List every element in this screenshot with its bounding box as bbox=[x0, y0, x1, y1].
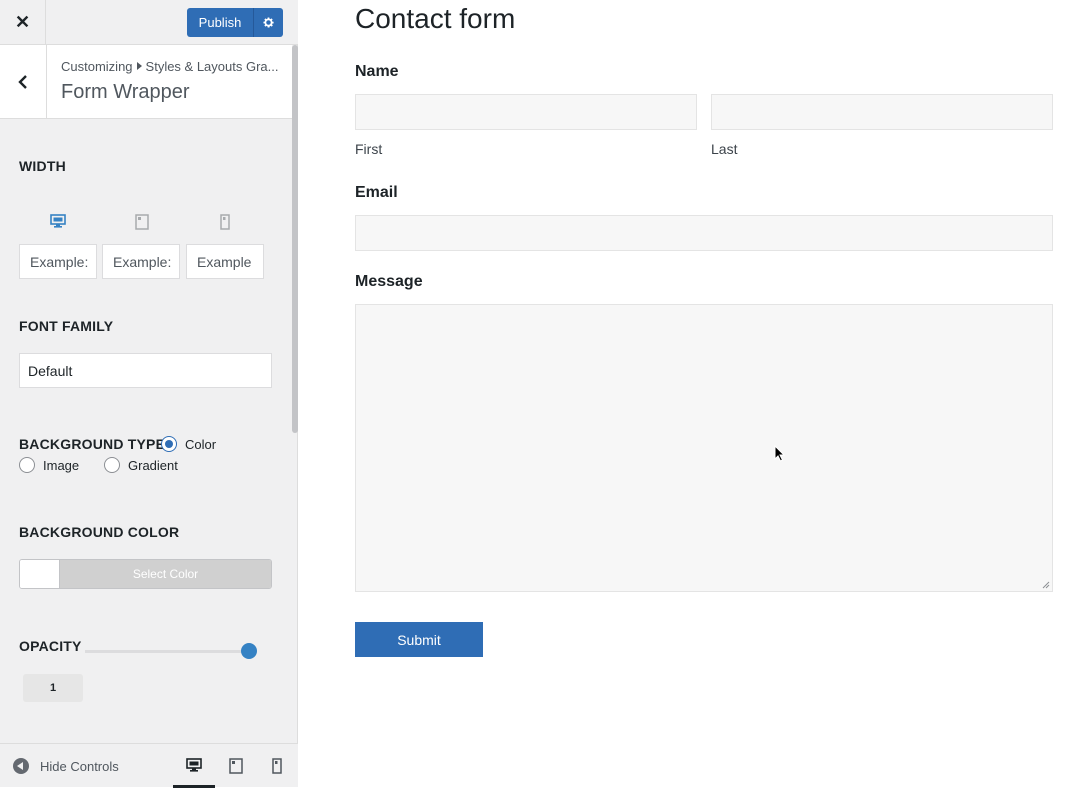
collapse-icon bbox=[13, 758, 29, 774]
desktop-icon bbox=[186, 757, 202, 772]
close-button[interactable]: ✕ bbox=[0, 0, 46, 45]
chevron-left-icon bbox=[18, 74, 27, 89]
preview-desktop-button[interactable] bbox=[173, 744, 215, 788]
radio-gradient-dot[interactable] bbox=[104, 457, 120, 473]
font-family-select[interactable]: Default bbox=[19, 353, 272, 388]
tablet-icon bbox=[229, 758, 243, 774]
radio-gradient[interactable]: Gradient bbox=[104, 457, 178, 473]
message-textarea[interactable] bbox=[355, 304, 1053, 592]
tablet-icon[interactable] bbox=[134, 214, 150, 230]
width-tablet-input[interactable]: Example: bbox=[102, 244, 180, 279]
radio-image-label: Image bbox=[43, 457, 80, 473]
mouse-cursor-icon bbox=[774, 445, 786, 462]
first-name-input[interactable] bbox=[355, 94, 697, 130]
background-color-picker[interactable]: Select Color bbox=[19, 559, 272, 589]
background-color-label: BACKGROUND COLOR bbox=[19, 524, 180, 540]
section-header: Customizing Styles & Layouts Gra... Form … bbox=[0, 45, 292, 119]
opacity-label: OPACITY bbox=[19, 638, 82, 654]
breadcrumb-child: Styles & Layouts Gra... bbox=[145, 59, 279, 74]
breadcrumb: Customizing Styles & Layouts Gra... bbox=[61, 59, 287, 74]
select-color-button[interactable]: Select Color bbox=[60, 560, 271, 588]
publish-button[interactable]: Publish bbox=[187, 8, 283, 37]
radio-color-label: Color bbox=[185, 436, 217, 452]
hide-controls-label: Hide Controls bbox=[40, 758, 119, 774]
radio-image[interactable]: Image bbox=[19, 457, 79, 473]
opacity-slider-thumb[interactable] bbox=[241, 643, 257, 659]
customizer-topbar: ✕ Publish bbox=[0, 0, 298, 45]
mobile-icon bbox=[272, 758, 282, 774]
mobile-icon[interactable] bbox=[217, 214, 233, 230]
preview-tablet-button[interactable] bbox=[215, 744, 257, 788]
back-button[interactable] bbox=[0, 45, 47, 118]
caret-right-icon bbox=[136, 62, 142, 70]
email-label: Email bbox=[355, 184, 398, 201]
radio-image-dot[interactable] bbox=[19, 457, 35, 473]
email-input[interactable] bbox=[355, 215, 1053, 251]
opacity-slider-track[interactable] bbox=[85, 650, 245, 653]
close-icon: ✕ bbox=[14, 12, 31, 32]
color-swatch[interactable] bbox=[20, 560, 60, 588]
last-sublabel: Last bbox=[711, 141, 738, 157]
form-title: Contact form bbox=[355, 3, 516, 34]
desktop-icon[interactable] bbox=[50, 213, 66, 229]
site-preview: Contact form Name First Last Email Messa… bbox=[299, 0, 1086, 787]
radio-color-dot[interactable] bbox=[161, 436, 177, 452]
customizer-sidebar: ✕ Publish Customizing Styles & Layouts Gr… bbox=[0, 0, 298, 788]
last-name-input[interactable] bbox=[711, 94, 1053, 130]
first-sublabel: First bbox=[355, 141, 383, 157]
panel-title: Form Wrapper bbox=[61, 81, 190, 103]
preview-mobile-button[interactable] bbox=[256, 744, 298, 788]
width-label: WIDTH bbox=[19, 158, 66, 174]
hide-controls-button[interactable]: Hide Controls bbox=[13, 758, 119, 774]
opacity-value[interactable]: 1 bbox=[23, 674, 83, 702]
width-desktop-input[interactable]: Example: bbox=[19, 244, 97, 279]
width-mobile-input[interactable]: Example bbox=[186, 244, 264, 279]
radio-gradient-label: Gradient bbox=[128, 457, 178, 473]
background-type-label: BACKGROUND TYPE bbox=[19, 436, 166, 452]
message-label: Message bbox=[355, 273, 423, 290]
submit-button[interactable]: Submit bbox=[355, 622, 483, 657]
customizer-footer: Hide Controls bbox=[0, 743, 298, 788]
publish-label: Publish bbox=[198, 15, 242, 30]
gear-icon[interactable] bbox=[253, 8, 283, 37]
resize-handle-icon[interactable] bbox=[1042, 581, 1050, 589]
radio-color[interactable]: Color bbox=[161, 436, 216, 452]
name-label: Name bbox=[355, 63, 399, 80]
breadcrumb-root: Customizing bbox=[61, 59, 133, 74]
font-family-label: FONT FAMILY bbox=[19, 318, 114, 334]
sidebar-scrollbar[interactable] bbox=[292, 45, 298, 433]
